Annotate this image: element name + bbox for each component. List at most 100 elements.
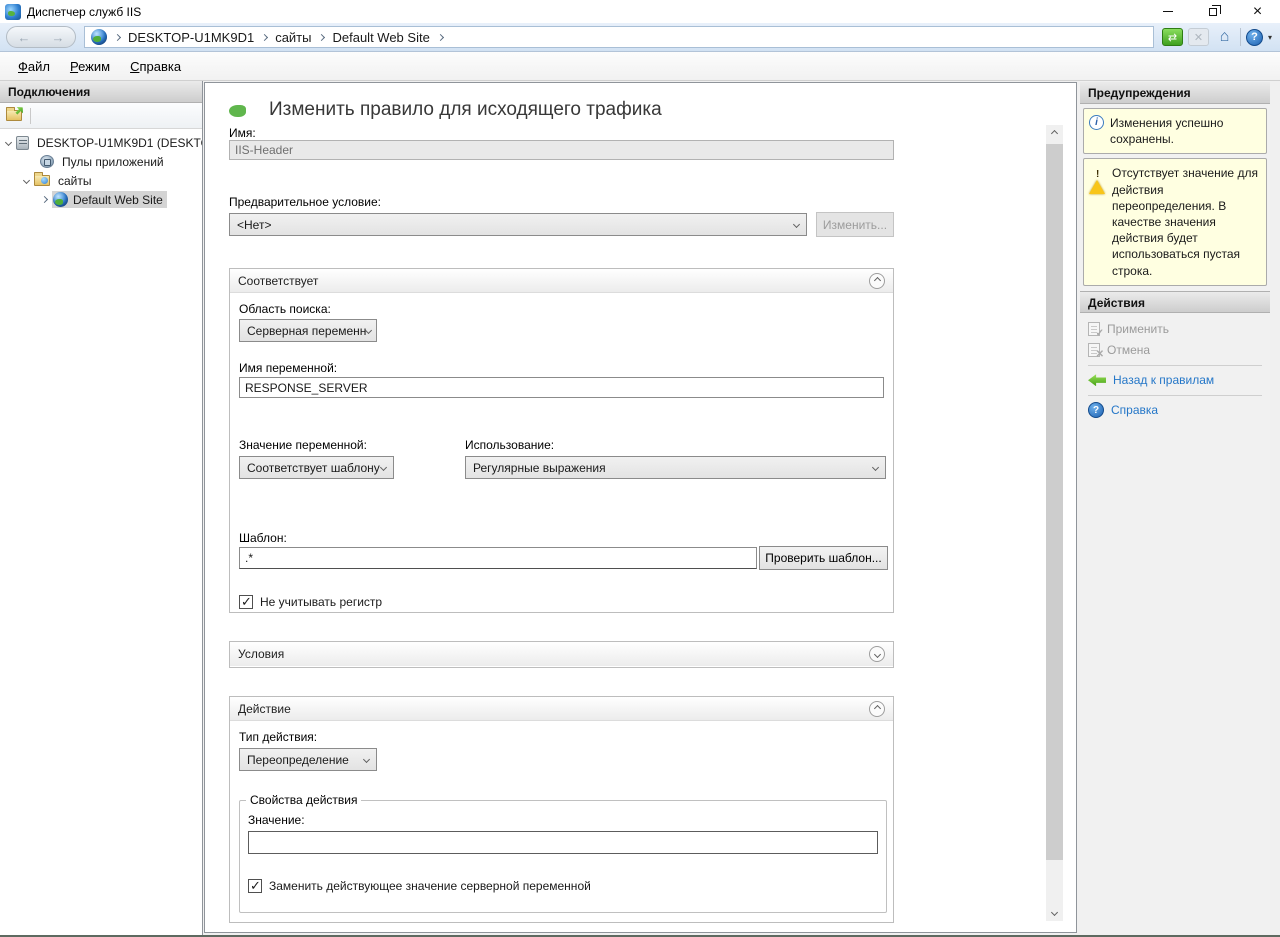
breadcrumb-separator-icon bbox=[318, 33, 325, 40]
action-section: Действие Тип действия: Переопределение С… bbox=[229, 696, 894, 923]
breadcrumb-default-web-site[interactable]: Default Web Site bbox=[332, 30, 429, 45]
help-icon[interactable]: ? bbox=[1246, 29, 1263, 46]
edit-precondition-button: Изменить... bbox=[816, 212, 894, 237]
collapse-section-button[interactable] bbox=[869, 273, 885, 289]
rule-name-field: IIS-Header bbox=[229, 140, 894, 160]
using-value: Регулярные выражения bbox=[473, 461, 606, 475]
variable-name-label: Имя переменной: bbox=[239, 361, 337, 375]
right-panel: Предупреждения i Изменения успешно сохра… bbox=[1080, 82, 1270, 935]
chevron-down-icon bbox=[363, 756, 370, 763]
help-icon: ? bbox=[1088, 402, 1104, 418]
replace-value-checkbox[interactable] bbox=[248, 879, 262, 893]
menu-view[interactable]: Режим bbox=[60, 55, 120, 78]
scrollbar-track[interactable] bbox=[1046, 142, 1063, 904]
action-section-header[interactable]: Действие bbox=[230, 697, 893, 721]
chevron-down-icon bbox=[793, 221, 800, 228]
menu-help[interactable]: Справка bbox=[120, 55, 191, 78]
page-title: Изменить правило для исходящего трафика bbox=[269, 99, 662, 121]
scroll-down-button[interactable] bbox=[1046, 904, 1063, 921]
cancel-label: Отмена bbox=[1107, 343, 1150, 357]
chevron-down-icon bbox=[365, 327, 372, 334]
scroll-up-button[interactable] bbox=[1046, 125, 1063, 142]
tree-item-sites[interactable]: сайты bbox=[0, 171, 202, 190]
precondition-label: Предварительное условие: bbox=[229, 195, 381, 209]
tree-item-server[interactable]: DESKTOP-U1MK9D1 (DESKTOP bbox=[0, 133, 202, 152]
info-icon: i bbox=[1089, 115, 1104, 130]
expand-section-button[interactable] bbox=[869, 646, 885, 662]
using-select[interactable]: Регулярные выражения bbox=[465, 456, 886, 479]
value-input[interactable] bbox=[248, 831, 878, 854]
using-label: Использование: bbox=[465, 438, 554, 452]
page-scrollbar[interactable] bbox=[1046, 125, 1063, 921]
action-type-value: Переопределение bbox=[247, 753, 349, 767]
back-to-rules-action[interactable]: Назад к правилам bbox=[1080, 370, 1270, 391]
restore-button[interactable] bbox=[1190, 0, 1235, 23]
collapsed-twisty-icon[interactable] bbox=[41, 196, 48, 203]
alert-warning: ! Отсутствует значение для действия пере… bbox=[1083, 158, 1267, 285]
chevron-up-icon bbox=[873, 277, 880, 284]
actions-header: Действия bbox=[1080, 291, 1270, 313]
stop-icon: ✕ bbox=[1188, 28, 1209, 46]
variable-value-select[interactable]: Соответствует шаблону bbox=[239, 456, 394, 479]
back-button[interactable]: ← bbox=[18, 30, 31, 45]
actions-divider bbox=[1088, 395, 1262, 396]
breadcrumb[interactable]: DESKTOP-U1MK9D1 сайты Default Web Site bbox=[84, 26, 1154, 48]
variable-value-label: Значение переменной: bbox=[239, 438, 367, 452]
alerts-header: Предупреждения bbox=[1080, 82, 1270, 104]
sites-folder-icon bbox=[34, 175, 50, 186]
help-action[interactable]: ? Справка bbox=[1080, 400, 1270, 421]
collapse-section-button[interactable] bbox=[869, 701, 885, 717]
refresh-icon[interactable]: ⇄ bbox=[1162, 28, 1183, 46]
selected-tree-item[interactable]: Default Web Site bbox=[52, 191, 167, 208]
chevron-up-icon bbox=[1051, 130, 1058, 137]
connections-tree: DESKTOP-U1MK9D1 (DESKTOP Пулы приложений… bbox=[0, 129, 202, 209]
scope-value: Серверная переменн bbox=[247, 324, 366, 338]
menu-file[interactable]: Файл bbox=[8, 55, 60, 78]
tree-item-default-web-site[interactable]: Default Web Site bbox=[0, 190, 202, 209]
expanded-twisty-icon[interactable] bbox=[23, 177, 30, 184]
home-icon[interactable]: ⌂ bbox=[1214, 28, 1235, 46]
tree-item-label: сайты bbox=[55, 173, 95, 189]
scrollbar-thumb[interactable] bbox=[1046, 144, 1063, 860]
actions-divider bbox=[1088, 365, 1262, 366]
restore-icon bbox=[1209, 8, 1217, 16]
breadcrumb-separator-icon bbox=[114, 33, 121, 40]
action-type-label: Тип действия: bbox=[239, 730, 317, 744]
app-icon bbox=[5, 4, 21, 20]
ignore-case-label: Не учитывать регистр bbox=[260, 595, 382, 609]
alert-text: Изменения успешно сохранены. bbox=[1110, 115, 1261, 147]
match-section: Соответствует Область поиска: Серверная … bbox=[229, 268, 894, 613]
variable-name-input[interactable]: RESPONSE_SERVER bbox=[239, 377, 884, 398]
breadcrumb-server[interactable]: DESKTOP-U1MK9D1 bbox=[128, 30, 254, 45]
match-section-header[interactable]: Соответствует bbox=[230, 269, 893, 293]
cancel-action: ✕ Отмена bbox=[1080, 340, 1270, 361]
pattern-input[interactable]: .* bbox=[239, 547, 757, 569]
breadcrumb-sites[interactable]: сайты bbox=[275, 30, 311, 45]
menu-bar: Файл Режим Справка bbox=[0, 52, 1280, 81]
close-button[interactable]: × bbox=[1235, 0, 1280, 23]
test-pattern-button[interactable]: Проверить шаблон... bbox=[759, 546, 888, 570]
tree-item-label: DESKTOP-U1MK9D1 (DESKTOP bbox=[34, 135, 202, 151]
replace-value-row: Заменить действующее значение серверной … bbox=[248, 879, 591, 893]
actions-list: ✓ Применить ✕ Отмена Назад к правилам ? … bbox=[1080, 313, 1270, 421]
ignore-case-checkbox[interactable] bbox=[239, 595, 253, 609]
conditions-section: Условия bbox=[229, 641, 894, 668]
precondition-select[interactable]: <Нет> bbox=[229, 213, 807, 236]
apply-action: ✓ Применить bbox=[1080, 319, 1270, 340]
save-connection-icon[interactable] bbox=[6, 110, 22, 121]
website-globe-icon bbox=[53, 192, 68, 207]
help-dropdown-caret-icon[interactable]: ▾ bbox=[1268, 33, 1272, 42]
breadcrumb-separator-icon bbox=[437, 33, 444, 40]
expanded-twisty-icon[interactable] bbox=[5, 139, 12, 146]
minimize-button[interactable] bbox=[1145, 0, 1190, 23]
site-globe-icon bbox=[91, 29, 107, 45]
chevron-up-icon bbox=[873, 705, 880, 712]
tree-item-application-pools[interactable]: Пулы приложений bbox=[0, 152, 202, 171]
cancel-icon: ✕ bbox=[1088, 343, 1100, 357]
scope-select[interactable]: Серверная переменн bbox=[239, 319, 377, 342]
action-type-select[interactable]: Переопределение bbox=[239, 748, 377, 771]
variable-value-value: Соответствует шаблону bbox=[247, 461, 380, 475]
breadcrumb-separator-icon bbox=[261, 33, 268, 40]
conditions-section-header[interactable]: Условия bbox=[230, 642, 893, 666]
forward-button[interactable]: → bbox=[52, 30, 65, 45]
